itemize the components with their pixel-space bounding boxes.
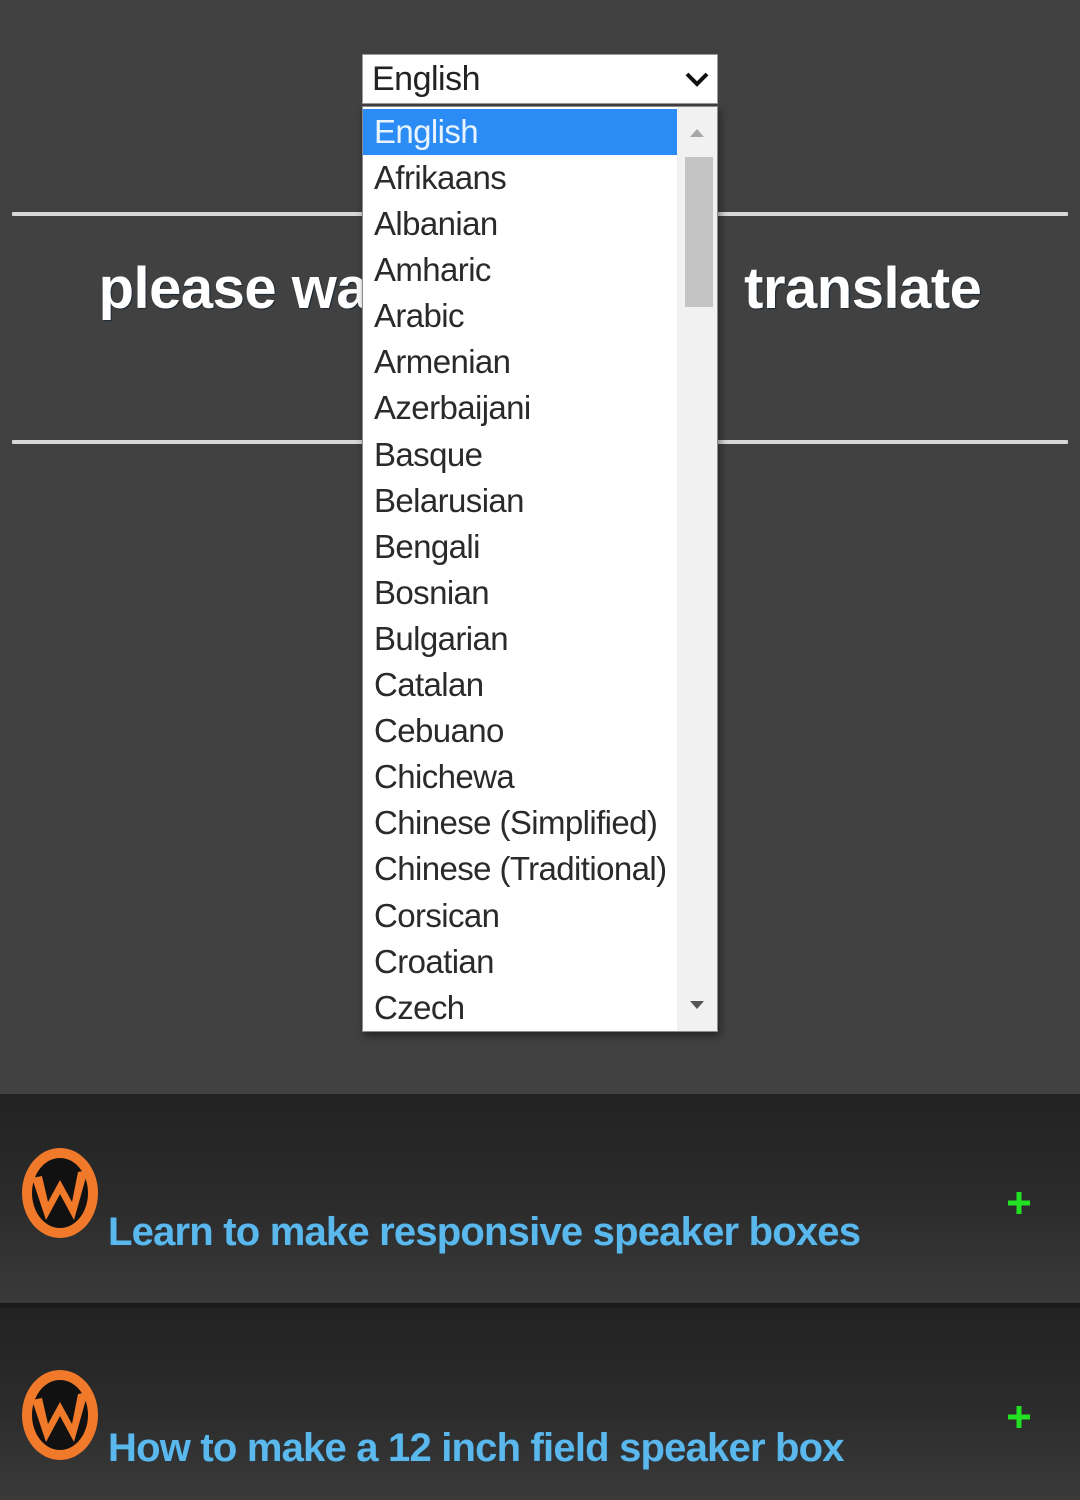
language-option[interactable]: Azerbaijani	[363, 385, 677, 431]
site-logo-icon	[18, 1144, 102, 1242]
language-option[interactable]: Corsican	[363, 893, 677, 939]
scroll-down-arrow-icon[interactable]	[677, 987, 717, 1023]
language-option[interactable]: Afrikaans	[363, 155, 677, 201]
article-link[interactable]: Learn to make responsive speaker boxes	[108, 1210, 861, 1255]
language-options: English Afrikaans Albanian Amharic Arabic Arm…	[363, 107, 677, 1031]
language-option[interactable]: Arabic	[363, 293, 677, 339]
article-card: How to make a 12 inch field speaker box	[0, 1308, 1080, 1500]
language-option[interactable]: Amharic	[363, 247, 677, 293]
language-select-value: English	[372, 59, 481, 98]
language-option[interactable]: Albanian	[363, 201, 677, 247]
plus-icon[interactable]	[1006, 1404, 1032, 1430]
language-option[interactable]: Belarusian	[363, 478, 677, 524]
language-option[interactable]: Bulgarian	[363, 616, 677, 662]
language-option[interactable]: Croatian	[363, 939, 677, 985]
language-option[interactable]: Chichewa	[363, 754, 677, 800]
language-option-selected[interactable]: English	[363, 109, 677, 155]
language-option[interactable]: Basque	[363, 432, 677, 478]
site-logo-icon	[18, 1366, 102, 1464]
language-option[interactable]: Bengali	[363, 524, 677, 570]
dropdown-scrollbar[interactable]	[677, 107, 717, 1031]
chevron-down-icon	[677, 59, 717, 99]
language-option[interactable]: Cebuano	[363, 708, 677, 754]
plus-icon[interactable]	[1006, 1190, 1032, 1216]
article-card: Learn to make responsive speaker boxes	[0, 1094, 1080, 1304]
language-select[interactable]: English	[362, 54, 718, 104]
language-option[interactable]: Chinese (Traditional)	[363, 846, 677, 892]
language-option[interactable]: Catalan	[363, 662, 677, 708]
scrollbar-thumb[interactable]	[685, 157, 713, 307]
wait-message-left: please wa	[98, 256, 369, 321]
wait-message-right: translate	[744, 256, 982, 321]
language-dropdown-list: English Afrikaans Albanian Amharic Arabic Arm…	[362, 106, 718, 1032]
scroll-up-arrow-icon[interactable]	[677, 115, 717, 151]
language-option[interactable]: Bosnian	[363, 570, 677, 616]
language-option[interactable]: Czech	[363, 985, 677, 1031]
article-link[interactable]: How to make a 12 inch field speaker box	[108, 1426, 845, 1471]
language-option[interactable]: Chinese (Simplified)	[363, 800, 677, 846]
language-option[interactable]: Armenian	[363, 339, 677, 385]
